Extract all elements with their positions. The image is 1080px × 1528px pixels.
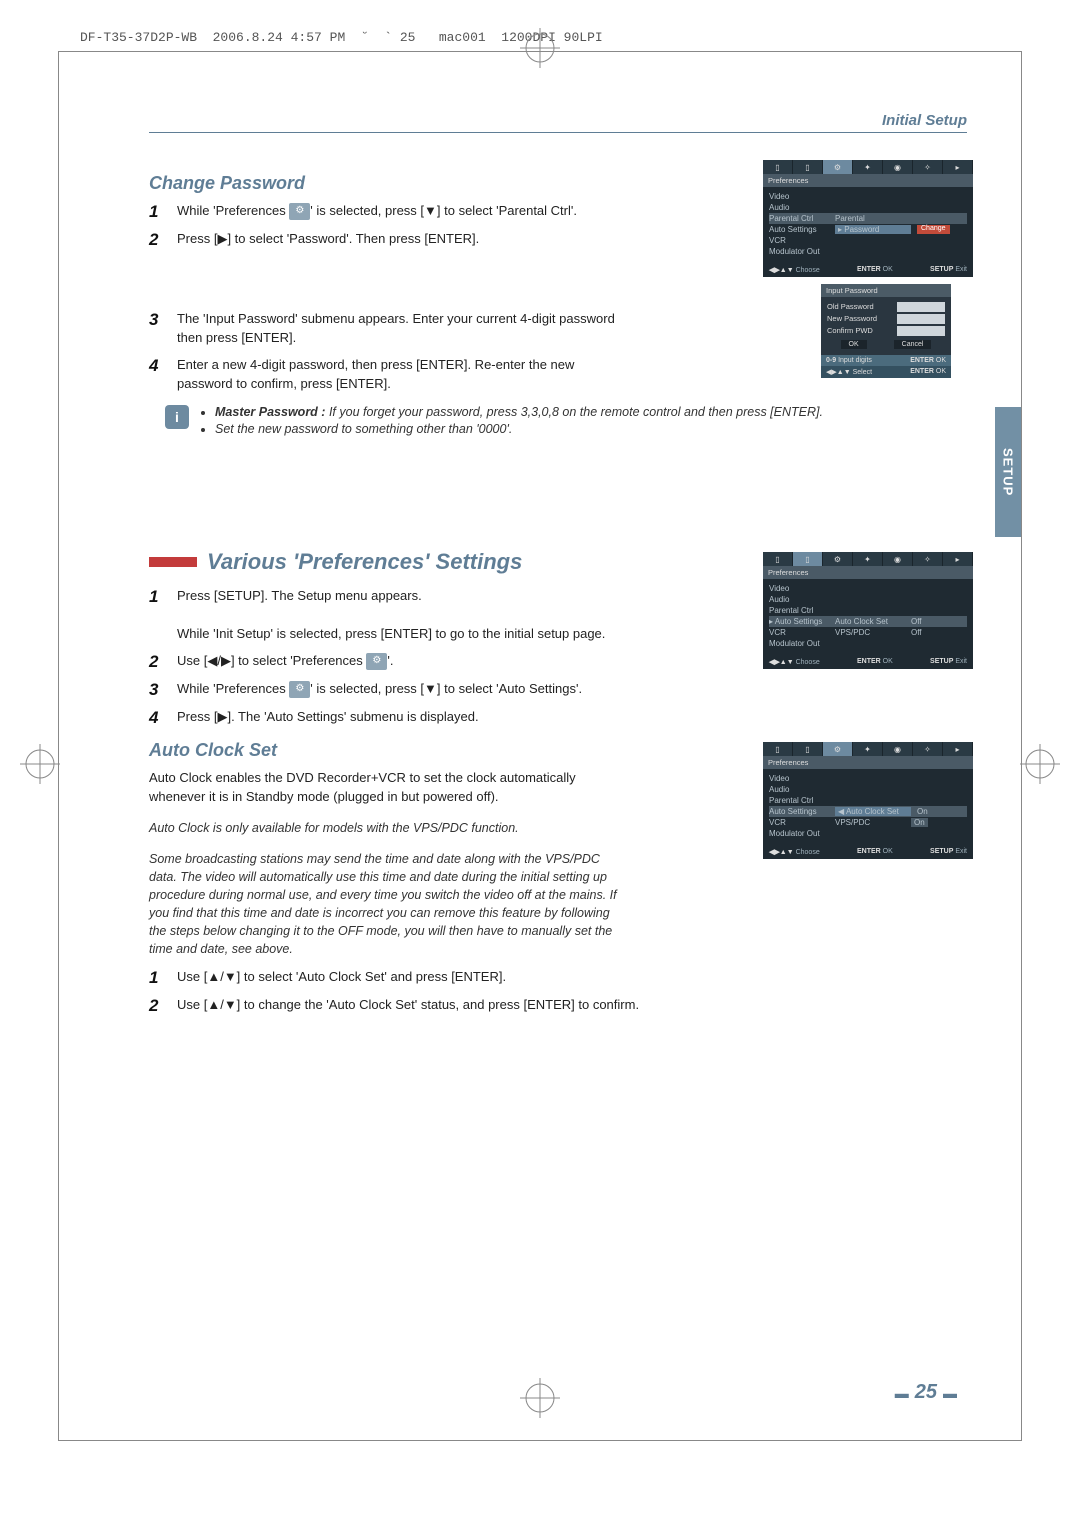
dialog-cancel-button: Cancel (894, 340, 932, 349)
step-number: 1 (149, 202, 163, 222)
osd-screenshot-password: ▯▯⚙✦◉✧▸ Preferences Video Audio Parental… (763, 160, 973, 277)
gear-icon: ⚙ (289, 681, 310, 698)
step-number: 4 (149, 708, 163, 728)
side-tab-setup: SETUP (995, 407, 1021, 537)
crop-mark-right (1020, 744, 1060, 784)
step-number: 1 (149, 968, 163, 988)
auto-clock-steps: 1 Use [▲/▼] to select 'Auto Clock Set' a… (149, 968, 967, 1016)
step-number: 3 (149, 680, 163, 700)
auto-clock-italic1: Auto Clock is only available for models … (149, 819, 629, 837)
step-text: While 'Preferences ⚙' is selected, press… (177, 202, 617, 222)
confirm-password-field (897, 326, 945, 336)
red-bar-icon (149, 557, 197, 567)
note-item: Master Password : If you forget your pas… (215, 405, 823, 419)
step-number: 2 (149, 230, 163, 250)
step-text: Press [▶] to select 'Password'. Then pre… (177, 230, 617, 250)
step-text: Press [▶]. The 'Auto Settings' submenu i… (177, 708, 617, 728)
note-row: i Master Password : If you forget your p… (165, 405, 967, 439)
note-body: Master Password : If you forget your pas… (201, 405, 823, 439)
osd-screenshot-autosettings-on: ▯▯⚙✦◉✧▸ Preferences Video Audio Parental… (763, 742, 973, 859)
step-text: The 'Input Password' submenu appears. En… (177, 310, 617, 348)
osd-dialog-input-password: Input Password Old Password New Password… (821, 284, 951, 378)
gear-icon: ⚙ (289, 203, 310, 220)
dialog-ok-button: OK (841, 340, 867, 349)
step-text: Use [▲/▼] to change the 'Auto Clock Set'… (177, 996, 967, 1016)
page: DF-T35-37D2P-WB 2006.8.24 4:57 PM ˘ ` 25… (0, 0, 1080, 1528)
step-text: Use [◀/▶] to select 'Preferences ⚙'. (177, 652, 617, 672)
gear-icon: ⚙ (366, 653, 387, 670)
page-inner: Initial Setup Change Password 1 While 'P… (58, 51, 1022, 1441)
step-text: While 'Preferences ⚙' is selected, press… (177, 680, 617, 700)
auto-clock-intro: Auto Clock enables the DVD Recorder+VCR … (149, 769, 619, 807)
step-number: 2 (149, 996, 163, 1016)
page-number: ▬25▬ (889, 1381, 963, 1404)
note-item: Set the new password to something other … (215, 422, 823, 436)
step-number: 2 (149, 652, 163, 672)
step-number: 1 (149, 587, 163, 644)
auto-clock-italic2: Some broadcasting stations may send the … (149, 850, 629, 959)
section-header: Initial Setup (149, 112, 967, 133)
step-number: 3 (149, 310, 163, 348)
info-icon: i (165, 405, 189, 429)
osd-screenshot-autosettings-off: ▯▯⚙✦◉✧▸ Preferences Video Audio Parental… (763, 552, 973, 669)
crop-mark-left (20, 744, 60, 784)
step-text: Enter a new 4-digit password, then press… (177, 356, 617, 394)
heading-various-prefs: Various 'Preferences' Settings (207, 549, 522, 575)
old-password-field (897, 302, 945, 312)
step-text: Use [▲/▼] to select 'Auto Clock Set' and… (177, 968, 967, 988)
step-number: 4 (149, 356, 163, 394)
new-password-field (897, 314, 945, 324)
step-text: Press [SETUP]. The Setup menu appears. W… (177, 587, 617, 644)
